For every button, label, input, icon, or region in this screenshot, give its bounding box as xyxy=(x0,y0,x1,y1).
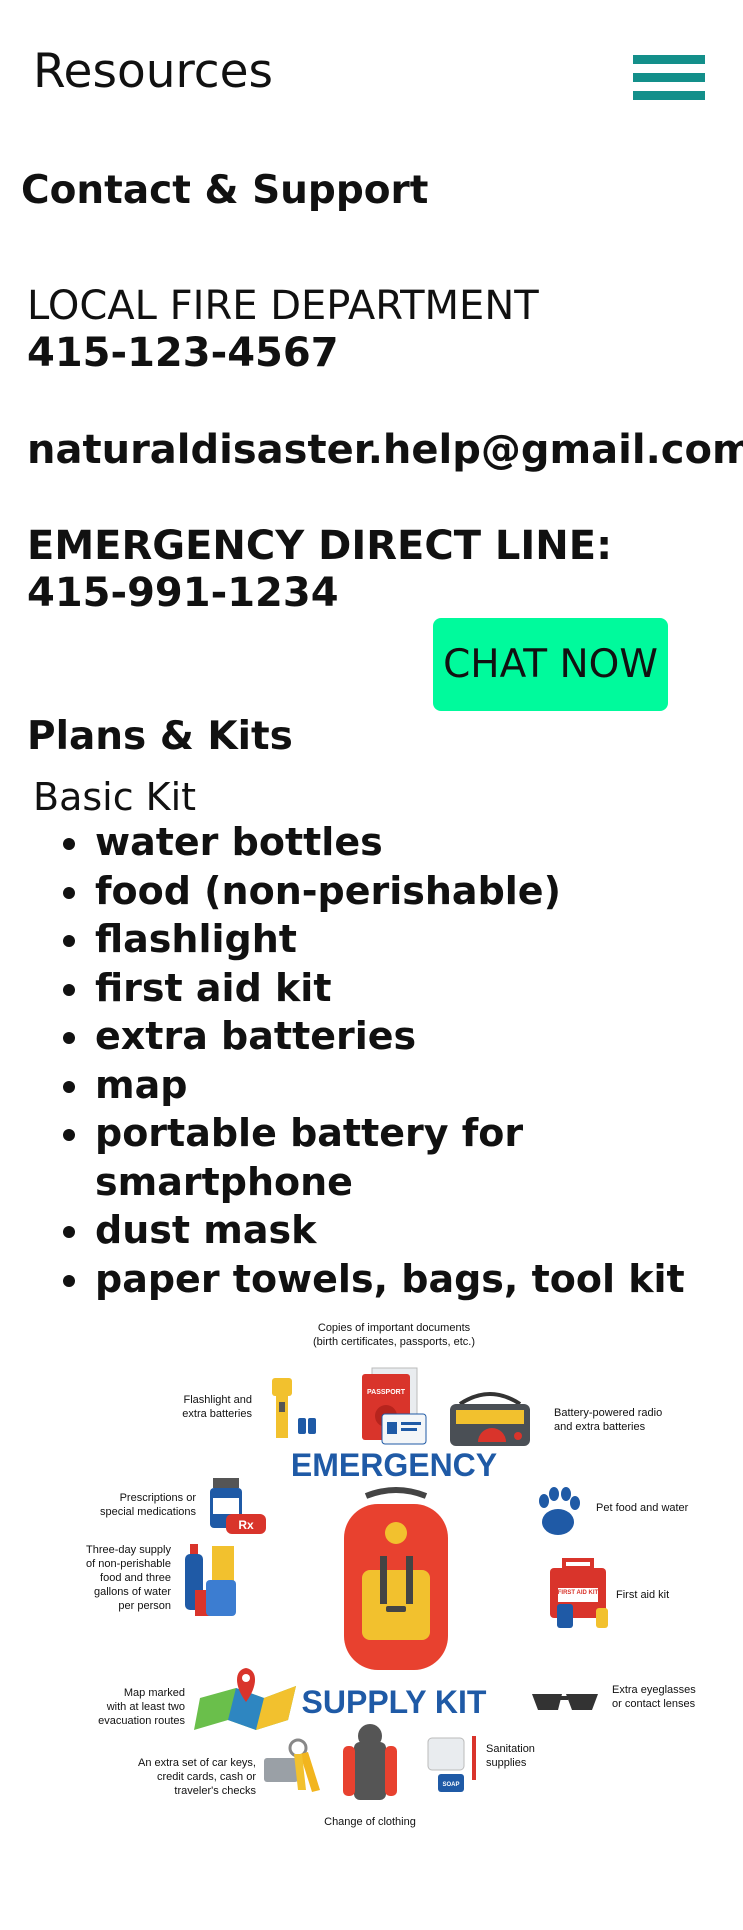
rx-label: Rx xyxy=(238,1518,254,1532)
plans-heading: Plans & Kits xyxy=(27,714,293,759)
passport-icon: PASSPORT xyxy=(362,1367,427,1445)
list-item: water bottles xyxy=(93,818,743,867)
hamburger-menu-icon[interactable] xyxy=(633,55,705,101)
water-label: per person xyxy=(118,1600,171,1612)
flashlight-icon xyxy=(272,1378,316,1438)
fire-department-label: LOCAL FIRE DEPARTMENT xyxy=(27,283,539,329)
infographic-title-bottom: SUPPLY KIT xyxy=(302,1684,487,1720)
toilet-paper-soap-icon: SOAP xyxy=(427,1736,476,1792)
water-label: gallons of water xyxy=(94,1586,171,1598)
list-item: portable battery for smartphone xyxy=(93,1109,743,1206)
hoodie-icon xyxy=(343,1724,397,1800)
eyeglasses-label: Extra eyeglasses xyxy=(612,1684,696,1696)
documents-label: Copies of important documents xyxy=(318,1322,471,1334)
flashlight-label: extra batteries xyxy=(182,1408,252,1420)
keys-label: An extra set of car keys, xyxy=(138,1757,256,1769)
passport-label: PASSPORT xyxy=(367,1389,406,1396)
pet-label: Pet food and water xyxy=(596,1502,689,1514)
radio-label: and extra batteries xyxy=(554,1421,646,1433)
backpack-icon xyxy=(344,1487,448,1670)
firstaid-label: First aid kit xyxy=(616,1589,669,1601)
list-item: first aid kit xyxy=(93,964,743,1013)
water-label: Three-day supply xyxy=(86,1544,171,1556)
sanitation-label: Sanitation xyxy=(486,1743,535,1755)
eyeglasses-label: or contact lenses xyxy=(612,1698,696,1710)
direct-line-label: EMERGENCY DIRECT LINE: xyxy=(27,523,613,569)
documents-label: (birth certificates, passports, etc.) xyxy=(313,1336,475,1348)
map-label: with at least two xyxy=(106,1701,185,1713)
infographic-title-top: EMERGENCY xyxy=(291,1447,497,1483)
prescriptions-label: special medications xyxy=(100,1506,196,1518)
kit-title: Basic Kit xyxy=(33,775,197,819)
medicine-icon: Rx xyxy=(210,1478,266,1534)
kit-list: water bottles food (non-perishable) flas… xyxy=(55,818,743,1303)
soap-label: SOAP xyxy=(442,1782,459,1788)
contact-heading: Contact & Support xyxy=(21,168,429,213)
water-label: of non-perishable xyxy=(86,1558,171,1570)
eyeglasses-icon xyxy=(532,1694,598,1710)
menu-bar xyxy=(633,55,705,64)
list-item: extra batteries xyxy=(93,1012,743,1061)
list-item: dust mask xyxy=(93,1206,743,1255)
list-item: map xyxy=(93,1061,743,1110)
first-aid-kit-icon: FIRST AID KIT xyxy=(550,1558,608,1628)
map-icon xyxy=(194,1668,296,1730)
first-aid-box-label: FIRST AID KIT xyxy=(558,1590,599,1596)
water-label: food and three xyxy=(100,1572,171,1584)
list-item: flashlight xyxy=(93,915,743,964)
direct-line-phone[interactable]: 415-991-1234 xyxy=(27,570,339,616)
water-bottle-icon xyxy=(185,1544,236,1616)
keys-icon xyxy=(264,1738,320,1792)
fire-department-phone[interactable]: 415-123-4567 xyxy=(27,330,339,376)
menu-bar xyxy=(633,91,705,100)
prescriptions-label: Prescriptions or xyxy=(120,1492,197,1504)
chat-now-button[interactable]: CHAT NOW xyxy=(433,618,668,711)
radio-label: Battery-powered radio xyxy=(554,1407,662,1419)
clothing-label: Change of clothing xyxy=(324,1816,416,1828)
radio-icon xyxy=(450,1392,530,1446)
map-label: evacuation routes xyxy=(98,1715,185,1727)
map-label: Map marked xyxy=(124,1687,185,1699)
flashlight-label: Flashlight and xyxy=(184,1394,253,1406)
list-item: paper towels, bags, tool kit xyxy=(93,1255,743,1304)
emergency-supply-kit-infographic: Copies of important documents (birth cer… xyxy=(86,1322,696,1828)
keys-label: traveler's checks xyxy=(174,1785,256,1797)
page-title: Resources xyxy=(33,44,274,99)
sanitation-label: supplies xyxy=(486,1757,527,1769)
menu-bar xyxy=(633,73,705,82)
support-email[interactable]: naturaldisaster.help@gmail.com xyxy=(27,427,743,473)
paw-icon xyxy=(539,1487,580,1535)
list-item: food (non-perishable) xyxy=(93,867,743,916)
keys-label: credit cards, cash or xyxy=(157,1771,256,1783)
